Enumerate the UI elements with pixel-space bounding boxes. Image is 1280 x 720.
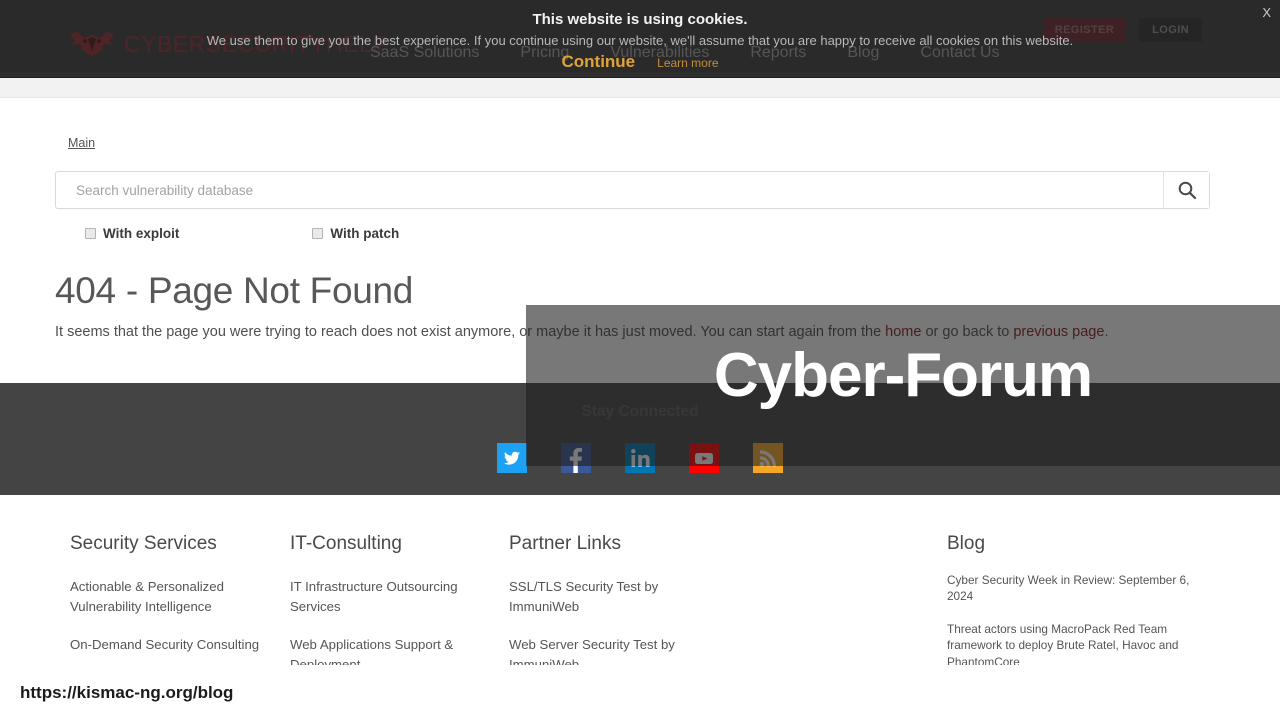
search-bar xyxy=(55,171,1210,209)
home-link[interactable]: home xyxy=(885,324,921,340)
footer-link[interactable]: On-Demand Security Consulting xyxy=(70,635,265,655)
footer-link[interactable]: Threat actors using MacroPack Red Team f… xyxy=(947,621,1212,669)
footer-column-title: Security Services xyxy=(70,533,217,554)
error-text-after: . xyxy=(1104,324,1109,340)
page-title: 404 - Page Not Found xyxy=(55,270,414,311)
youtube-icon[interactable] xyxy=(689,443,719,473)
footer-link[interactable]: Actionable & Personalized Vulnerability … xyxy=(70,577,265,616)
cookie-close-icon[interactable]: X xyxy=(1262,5,1271,20)
footer-link[interactable]: SSL/TLS Security Test by ImmuniWeb xyxy=(509,577,704,616)
rss-icon[interactable] xyxy=(753,443,783,473)
filter-with-exploit[interactable]: With exploit xyxy=(85,226,179,241)
with-exploit-label: With exploit xyxy=(103,226,180,241)
url-status-bar: https://kismac-ng.org/blog xyxy=(0,665,1280,720)
search-submit-button[interactable] xyxy=(1163,172,1209,208)
twitter-icon[interactable] xyxy=(497,443,527,473)
footer-column-blog: Blog Cyber Security Week in Review: Sept… xyxy=(947,533,1212,687)
social-links xyxy=(0,443,1280,473)
search-filters: With exploit With patch xyxy=(85,226,399,241)
cookie-learn-more-link[interactable]: Learn more xyxy=(657,56,718,70)
with-exploit-checkbox[interactable] xyxy=(85,228,96,239)
current-url: https://kismac-ng.org/blog xyxy=(20,682,234,702)
breadcrumb-main[interactable]: Main xyxy=(68,136,95,150)
search-input[interactable] xyxy=(56,172,1163,208)
error-text-before: It seems that the page you were trying t… xyxy=(55,324,886,340)
footer-column-security-services: Security Services Actionable & Personali… xyxy=(70,533,265,674)
cookie-consent-banner: This website is using cookies. We use th… xyxy=(0,0,1280,72)
stay-connected-band xyxy=(0,383,1280,495)
footer-columns: Security Services Actionable & Personali… xyxy=(0,495,1280,672)
footer-column-title: Partner Links xyxy=(509,533,621,554)
cookie-banner-title: This website is using cookies. xyxy=(532,11,748,28)
facebook-icon[interactable] xyxy=(561,443,591,473)
error-text-middle: or go back to xyxy=(921,324,1014,340)
footer-link[interactable]: Cyber Security Week in Review: September… xyxy=(947,572,1212,604)
footer-column-title: IT-Consulting xyxy=(290,533,402,554)
filter-with-patch[interactable]: With patch xyxy=(312,226,399,241)
with-patch-checkbox[interactable] xyxy=(312,228,324,239)
header-sub-strip xyxy=(0,78,1280,98)
page-root: CYBERSECURITYHELP SaaS Solutions Pricing… xyxy=(0,0,1280,720)
search-icon xyxy=(1178,181,1196,200)
stay-connected-heading: Stay Connected xyxy=(581,403,699,420)
footer-link[interactable]: IT Infrastructure Outsourcing Services xyxy=(290,577,485,616)
linkedin-icon[interactable] xyxy=(625,443,655,473)
cookie-banner-actions: Continue Learn more xyxy=(0,52,1280,72)
with-patch-label: With patch xyxy=(330,226,400,241)
cookie-continue-button[interactable]: Continue xyxy=(561,52,635,72)
footer-column-title: Blog xyxy=(947,533,986,554)
previous-page-link[interactable]: previous page xyxy=(1013,324,1104,340)
cookie-banner-text: We use them to give you the best experie… xyxy=(206,33,1074,48)
error-description: It seems that the page you were trying t… xyxy=(55,324,1155,340)
